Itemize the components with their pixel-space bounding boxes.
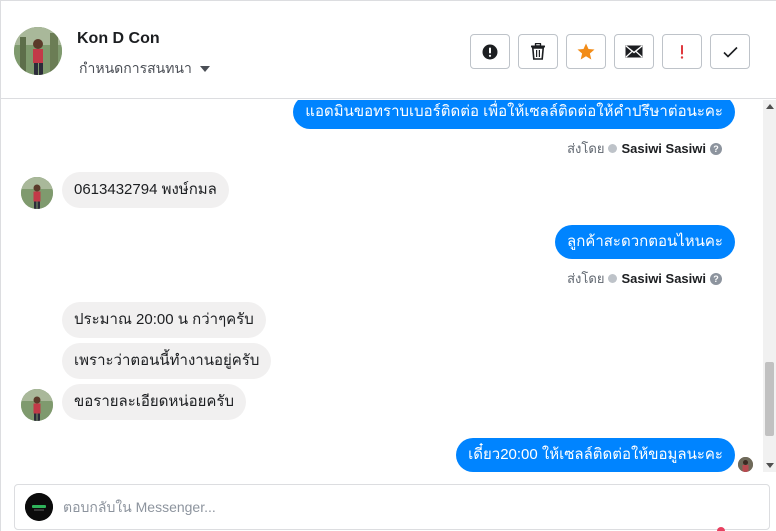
sent-by-label: ส่งโดย Sasiwi Sasiwi ?	[567, 268, 722, 289]
conversation-toolbar	[470, 34, 750, 69]
sender-avatar[interactable]	[21, 177, 53, 209]
exclamation-circle-icon	[482, 44, 498, 59]
exclamation-icon	[680, 44, 684, 59]
conversation-header: Kon D Con กำหนดการสนทนา	[1, 1, 776, 99]
contact-avatar[interactable]	[14, 27, 62, 75]
message-bubble-incoming[interactable]: เพราะว่าตอนนี้ทำงานอยู่ครับ	[62, 343, 272, 379]
caret-down-icon	[199, 66, 210, 72]
star-button[interactable]	[566, 34, 606, 69]
sent-by-label: ส่งโดย Sasiwi Sasiwi ?	[567, 138, 722, 159]
scroll-down-arrow-icon[interactable]	[766, 463, 774, 468]
sent-by-prefix: ส่งโดย	[567, 141, 605, 156]
message-bubble-incoming[interactable]: 0613432794 พงษ์กมล	[62, 172, 229, 208]
conversation-settings-label: กำหนดการสนทนา	[79, 60, 192, 76]
help-icon[interactable]: ?	[710, 272, 722, 285]
notification-marker	[717, 527, 725, 531]
scrollbar-thumb[interactable]	[765, 362, 774, 436]
sent-by-prefix: ส่งโดย	[567, 271, 605, 286]
report-spam-button[interactable]	[470, 34, 510, 69]
message-scrollbar[interactable]	[763, 100, 776, 472]
scroll-up-arrow-icon[interactable]	[766, 104, 774, 109]
seen-indicator-avatar	[738, 457, 753, 472]
star-icon	[577, 43, 595, 60]
sent-by-agent[interactable]: Sasiwi Sasiwi	[621, 271, 706, 286]
message-bubble-outgoing[interactable]: แอดมินขอทราบเบอร์ติดต่อ เพื่อให้เซลล์ติด…	[293, 100, 735, 129]
verified-icon	[608, 274, 618, 283]
message-bubble-outgoing[interactable]: เดี๋ยว20:00 ให้เซลล์ติดต่อให้ขอมูลนะคะ	[456, 438, 735, 472]
conversation-settings-dropdown[interactable]: กำหนดการสนทนา	[79, 58, 210, 80]
reply-composer	[14, 484, 770, 530]
mark-done-button[interactable]	[710, 34, 750, 69]
help-icon[interactable]: ?	[710, 142, 722, 155]
message-thread[interactable]: แอดมินขอทราบเบอร์ติดต่อ เพื่อให้เซลล์ติด…	[1, 100, 763, 472]
delete-button[interactable]	[518, 34, 558, 69]
trash-icon	[531, 43, 545, 60]
flag-button[interactable]	[662, 34, 702, 69]
page-avatar	[25, 493, 53, 521]
message-bubble-incoming[interactable]: ขอรายละเอียดหน่อยครับ	[62, 384, 246, 420]
envelope-icon	[625, 45, 643, 58]
conversation-panel: Kon D Con กำหนดการสนทนา แอดมินขอทราบเบอร…	[0, 0, 776, 531]
sender-avatar[interactable]	[21, 389, 53, 421]
contact-name[interactable]: Kon D Con	[77, 30, 160, 48]
checkmark-icon	[722, 46, 738, 58]
message-bubble-outgoing[interactable]: ลูกค้าสะดวกตอนไหนคะ	[555, 225, 735, 259]
reply-input[interactable]	[63, 485, 753, 529]
verified-icon	[608, 144, 618, 153]
mark-unread-button[interactable]	[614, 34, 654, 69]
message-bubble-incoming[interactable]: ประมาณ 20:00 น กว่าๆครับ	[62, 302, 266, 338]
sent-by-agent[interactable]: Sasiwi Sasiwi	[621, 141, 706, 156]
